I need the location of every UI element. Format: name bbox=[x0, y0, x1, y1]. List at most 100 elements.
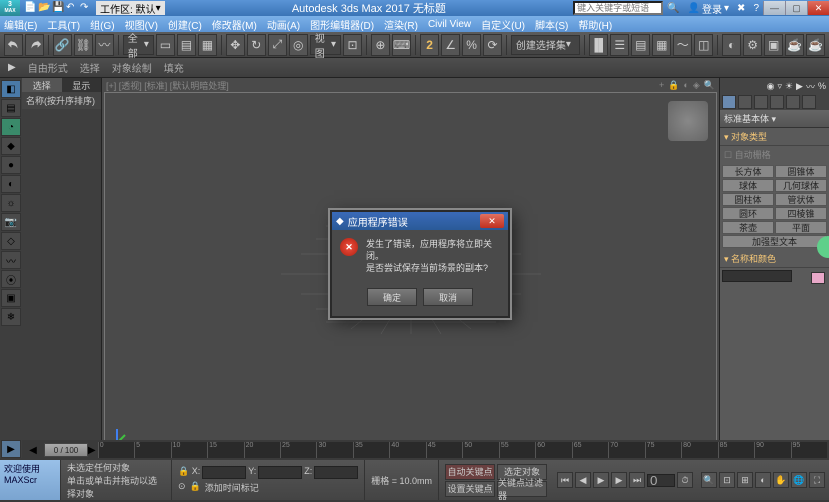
vp-plus-icon[interactable]: + bbox=[659, 80, 664, 91]
y-coord-input[interactable] bbox=[258, 466, 302, 479]
mirror-button[interactable]: ▐▌ bbox=[589, 34, 608, 56]
torus-button[interactable]: 圆环 bbox=[722, 207, 774, 220]
z-coord-input[interactable] bbox=[314, 466, 358, 479]
keyboard-shortcut-button[interactable]: ⌨ bbox=[392, 34, 411, 56]
help-icon[interactable]: ? bbox=[749, 3, 763, 14]
plane-button[interactable]: 平面 bbox=[775, 221, 827, 234]
add-timetag[interactable]: 添加时间标记 bbox=[205, 481, 259, 494]
textplus-button[interactable]: 加强型文本 bbox=[722, 235, 827, 248]
render-setup-button[interactable]: ⚙ bbox=[743, 34, 762, 56]
lt-camera-icon[interactable]: 📷 bbox=[1, 213, 21, 231]
orbit-button[interactable]: 🌐 bbox=[791, 472, 807, 488]
curve-editor-button[interactable]: 〜 bbox=[673, 34, 692, 56]
dialog-titlebar[interactable]: ◆ 应用程序错误 ✕ bbox=[332, 212, 508, 230]
select-by-name-button[interactable]: ▤ bbox=[177, 34, 196, 56]
refcoord-dropdown[interactable]: 视图 ▾ bbox=[310, 35, 341, 55]
explorer-tab-display[interactable]: 显示 bbox=[62, 78, 102, 92]
modify-tab[interactable] bbox=[738, 95, 752, 109]
vp-search-icon[interactable]: 🔍 bbox=[704, 80, 715, 91]
selection-lock-icon[interactable]: 🔒 bbox=[190, 481, 201, 494]
autokey-button[interactable]: 自动关键点 bbox=[445, 464, 495, 480]
dialog-ok-button[interactable]: 确定 bbox=[367, 288, 417, 306]
autogrid-checkbox[interactable]: ☐ 自动栅格 bbox=[720, 146, 829, 163]
exchange-icon[interactable]: ✖ bbox=[733, 3, 749, 14]
next-frame-button[interactable]: ▶ bbox=[611, 472, 627, 488]
infocenter-icon[interactable]: 🔍 bbox=[663, 3, 683, 14]
motion-tab[interactable] bbox=[770, 95, 784, 109]
cmd-category-icon[interactable]: ◉ bbox=[767, 81, 775, 92]
scale-button[interactable]: ⤢ bbox=[268, 34, 287, 56]
lt-expand-icon[interactable]: ▶ bbox=[1, 440, 21, 458]
workspace-selector[interactable]: 工作区: 默认 ▾ bbox=[96, 1, 165, 15]
cmd-shape-icon[interactable]: 〰 bbox=[806, 80, 815, 93]
undo-button[interactable] bbox=[4, 34, 23, 56]
lt-bone-icon[interactable]: ⦿ bbox=[1, 270, 21, 288]
geosphere-button[interactable]: 几何球体 bbox=[775, 179, 827, 192]
lt-open-icon[interactable]: ◔ bbox=[1, 118, 21, 136]
ribbon-freeform[interactable]: 自由形式 bbox=[28, 60, 68, 75]
maximize-button[interactable]: ▢ bbox=[785, 1, 807, 15]
bind-spacewarp-button[interactable]: 〰 bbox=[95, 34, 114, 56]
lt-prop-icon[interactable]: ◆ bbox=[1, 137, 21, 155]
menu-tools[interactable]: 工具(T) bbox=[47, 17, 80, 32]
select-manipulate-button[interactable]: ⊕ bbox=[371, 34, 390, 56]
tube-button[interactable]: 管状体 bbox=[775, 193, 827, 206]
ribbon-objectpaint[interactable]: 对象绘制 bbox=[112, 60, 152, 75]
menu-edit[interactable]: 编辑(E) bbox=[4, 17, 37, 32]
utilities-tab[interactable] bbox=[802, 95, 816, 109]
goto-start-button[interactable]: ⏮ bbox=[557, 472, 573, 488]
rollout-namecolor[interactable]: ▾ 名称和颜色 bbox=[720, 250, 829, 268]
lt-container-icon[interactable]: ▣ bbox=[1, 289, 21, 307]
lt-explorer-icon[interactable]: ◧ bbox=[1, 80, 21, 98]
sign-in[interactable]: 👤 登录 ▾ bbox=[684, 1, 733, 16]
play-button[interactable]: ▶ bbox=[593, 472, 609, 488]
viewport-label[interactable]: [+] [透视] [标准] [默认明暗处理] bbox=[106, 79, 229, 92]
select-region-button[interactable]: ▦ bbox=[198, 34, 217, 56]
schematic-view-button[interactable]: ◫ bbox=[694, 34, 713, 56]
setkey-button[interactable]: 设置关键点 bbox=[445, 481, 495, 497]
cmd-help-icon[interactable]: % bbox=[818, 81, 826, 91]
explorer-column-header[interactable]: 名称(按升序排序) bbox=[22, 92, 101, 109]
ribbon-populate[interactable]: 填充 bbox=[164, 60, 184, 75]
zoom-all-button[interactable]: ⊡ bbox=[719, 472, 735, 488]
help-search-input[interactable] bbox=[573, 1, 663, 15]
maximize-viewport-button[interactable]: ⛶ bbox=[809, 472, 825, 488]
teapot-button[interactable]: 茶壶 bbox=[722, 221, 774, 234]
pan-button[interactable]: ✋ bbox=[773, 472, 789, 488]
lt-geom-icon[interactable]: ● bbox=[1, 156, 21, 174]
box-button[interactable]: 长方体 bbox=[722, 165, 774, 178]
menu-group[interactable]: 组(G) bbox=[90, 17, 114, 32]
spinner-snap-button[interactable]: ⟳ bbox=[483, 34, 502, 56]
lt-frozen-icon[interactable]: ❄ bbox=[1, 308, 21, 326]
time-slider[interactable]: ◀ 0 / 100 ▶ 0510152025303540455055606570… bbox=[22, 440, 829, 460]
material-editor-button[interactable]: ◐ bbox=[722, 34, 741, 56]
menu-animation[interactable]: 动画(A) bbox=[267, 17, 300, 32]
qat-open-icon[interactable]: 📂 bbox=[38, 2, 50, 14]
rollout-objecttype[interactable]: ▾ 对象类型 bbox=[720, 128, 829, 146]
hierarchy-tab[interactable] bbox=[754, 95, 768, 109]
close-button[interactable]: ✕ bbox=[807, 1, 829, 15]
zoom-extents-button[interactable]: ⊞ bbox=[737, 472, 753, 488]
selection-filter-dropdown[interactable]: 全部 ▾ bbox=[123, 35, 154, 55]
menu-create[interactable]: 创建(C) bbox=[168, 17, 202, 32]
sphere-button[interactable]: 球体 bbox=[722, 179, 774, 192]
time-ruler[interactable]: 0510152025303540455055606570758085909510… bbox=[98, 442, 827, 458]
object-color-swatch[interactable] bbox=[811, 272, 825, 284]
time-config-button[interactable]: ⏱ bbox=[677, 472, 693, 488]
ribbon-select[interactable]: 选择 bbox=[80, 60, 100, 75]
menu-modifiers[interactable]: 修改器(M) bbox=[212, 17, 257, 32]
object-name-input[interactable] bbox=[722, 270, 792, 282]
lt-shape-icon[interactable]: ◐ bbox=[1, 175, 21, 193]
qat-redo-icon[interactable]: ↷ bbox=[80, 2, 92, 14]
explorer-tab-select[interactable]: 选择 bbox=[22, 78, 62, 92]
current-frame-input[interactable] bbox=[647, 474, 675, 487]
unlink-button[interactable]: ⛓ bbox=[74, 34, 93, 56]
minimize-button[interactable]: — bbox=[763, 1, 785, 15]
isolate-icon[interactable]: ⊙ bbox=[178, 481, 186, 494]
lt-helper-icon[interactable]: ◇ bbox=[1, 232, 21, 250]
percent-snap-button[interactable]: % bbox=[462, 34, 481, 56]
named-selection-dropdown[interactable]: 创建选择集 ▾ bbox=[511, 35, 580, 55]
angle-snap-button[interactable]: ∠ bbox=[441, 34, 460, 56]
vp-lock-icon[interactable]: 🔒 bbox=[668, 80, 679, 91]
align-button[interactable]: ☰ bbox=[610, 34, 629, 56]
